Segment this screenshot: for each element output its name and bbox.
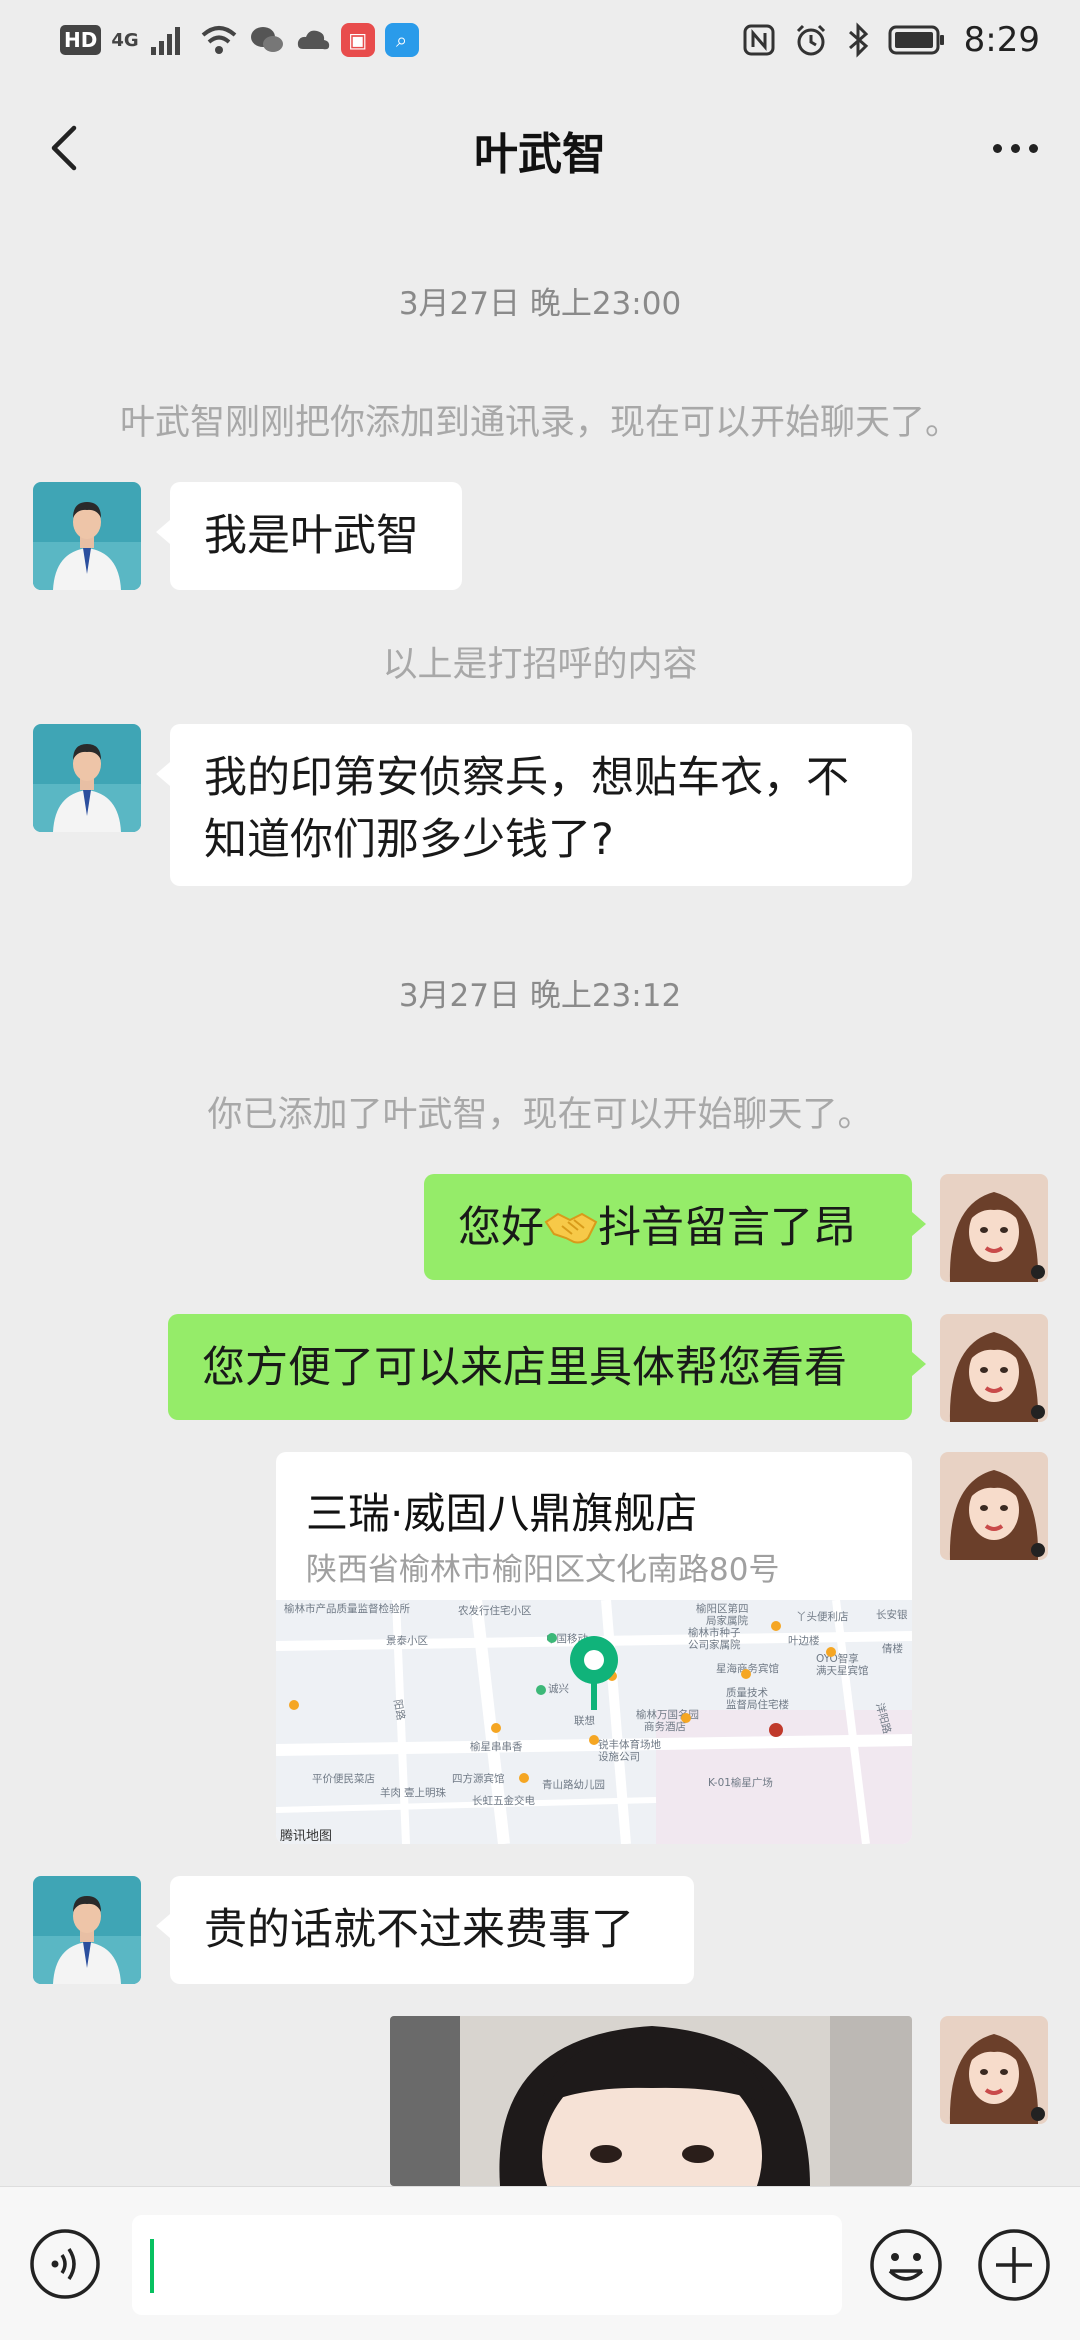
system-notice: 你已添加了叶武智，现在可以开始聊天了。 bbox=[207, 1095, 873, 1135]
timestamp: 3月27日 晚上23:00 bbox=[398, 286, 682, 322]
message-bubble-sent[interactable]: 您好 抖音留言了昂 bbox=[424, 1174, 926, 1280]
map-label: 羊肉 bbox=[380, 1786, 401, 1799]
map-label: 青山路幼儿园 bbox=[542, 1778, 605, 1791]
red-app-icon: ▣ bbox=[340, 23, 375, 57]
map-label: 四方源宾馆 bbox=[452, 1772, 505, 1785]
map-label: 平价便民菜店 bbox=[312, 1772, 375, 1785]
map-label: 公司家属院 bbox=[688, 1638, 741, 1651]
message-bubble-received[interactable]: 我是叶武智 bbox=[156, 482, 462, 590]
map-label: 壹上明珠 bbox=[404, 1786, 446, 1799]
message-text: 贵的话就不过来费事了 bbox=[204, 1905, 634, 1955]
message-bubble-received[interactable]: 我的印第安侦察兵，想贴车衣，不 知道你们那多少钱了? bbox=[156, 724, 912, 886]
contact-avatar[interactable] bbox=[33, 724, 141, 832]
nfc-icon bbox=[743, 24, 775, 56]
message-text: 您好 bbox=[458, 1203, 544, 1253]
map-label: K-01榆星广场 bbox=[708, 1776, 773, 1789]
message-text-line: 我的印第安侦察兵，想贴车衣，不 bbox=[204, 753, 849, 803]
wechat-icon bbox=[250, 27, 283, 52]
cloud-icon bbox=[297, 30, 329, 50]
map-label: 丫头便利店 bbox=[796, 1610, 849, 1623]
bluetooth-icon bbox=[848, 22, 868, 58]
hd-badge: HD bbox=[60, 25, 102, 55]
chat-title: 叶武智 bbox=[474, 129, 606, 180]
voice-icon[interactable] bbox=[28, 2227, 102, 2301]
map-provider-logo: 腾讯地图 bbox=[280, 1828, 332, 1844]
my-avatar[interactable] bbox=[940, 2016, 1048, 2124]
my-avatar[interactable] bbox=[940, 1452, 1048, 1560]
system-notice: 以上是打招呼的内容 bbox=[382, 645, 698, 685]
map-label: 榆星串串香 bbox=[470, 1740, 523, 1753]
map-label: 农发行住宅小区 bbox=[458, 1604, 532, 1617]
location-name: 三瑞·威固八鼎旗舰店 bbox=[306, 1489, 698, 1538]
my-avatar[interactable] bbox=[940, 1174, 1048, 1282]
clock: 8:29 bbox=[963, 20, 1040, 60]
contact-avatar[interactable] bbox=[33, 1876, 141, 1984]
message-bubble-sent[interactable]: 您方便了可以来店里具体帮您看看 bbox=[168, 1314, 926, 1420]
system-notice: 叶武智刚刚把你添加到通讯录，现在可以开始聊天了。 bbox=[119, 403, 960, 443]
input-bar bbox=[0, 2186, 1080, 2340]
status-bar: HD 4G ▣ ⌕ 8:29 bbox=[0, 0, 1080, 80]
emoji-icon[interactable] bbox=[868, 2227, 944, 2303]
alarm-icon bbox=[796, 24, 825, 56]
message-text-line: 知道你们那多少钱了? bbox=[204, 815, 614, 865]
message-text: 抖音留言了昂 bbox=[598, 1203, 856, 1253]
blue-app-icon: ⌕ bbox=[384, 23, 419, 57]
more-options-icon[interactable] bbox=[980, 120, 1050, 176]
message-input[interactable] bbox=[132, 2215, 842, 2315]
map-label: 长安银 bbox=[876, 1608, 908, 1621]
map-label: 长虹五金交电 bbox=[472, 1794, 535, 1807]
signal-icon bbox=[150, 27, 180, 55]
map-label: 叶边楼 bbox=[788, 1634, 820, 1647]
wifi-icon bbox=[201, 26, 236, 54]
image-message[interactable] bbox=[390, 2016, 912, 2186]
map-label: 锐丰体育场地 bbox=[598, 1738, 661, 1751]
map-label: 榆林市产品质量监督检验所 bbox=[284, 1602, 410, 1615]
message-bubble-received[interactable]: 贵的话就不过来费事了 bbox=[156, 1876, 694, 1984]
map-label: 质量技术 bbox=[726, 1686, 768, 1699]
handshake-emoji-icon bbox=[544, 1212, 598, 1244]
location-map[interactable]: 榆林市产品质量监督检验所 农发行住宅小区 榆阳区第四 局家属院 丫头便利店 长安… bbox=[276, 1600, 912, 1844]
map-label: 景泰小区 bbox=[386, 1634, 428, 1647]
chat-header: 叶武智 bbox=[0, 80, 1080, 215]
message-text: 您方便了可以来店里具体帮您看看 bbox=[202, 1343, 847, 1393]
map-label: 榆林市种子 bbox=[688, 1626, 741, 1639]
map-label: 商务酒店 bbox=[644, 1720, 686, 1733]
message-text: 我是叶武智 bbox=[204, 511, 419, 561]
text-cursor bbox=[150, 2239, 154, 2293]
map-label: 榆阳区第四 bbox=[696, 1602, 749, 1615]
network-type: 4G bbox=[111, 29, 139, 51]
map-label: 联想 bbox=[574, 1714, 595, 1727]
location-address: 陕西省榆林市榆阳区文化南路80号 bbox=[306, 1552, 780, 1588]
map-label: 诚兴 bbox=[548, 1683, 569, 1695]
timestamp: 3月27日 晚上23:12 bbox=[398, 978, 682, 1014]
map-label: OYO智享 bbox=[816, 1652, 859, 1665]
location-card[interactable]: 三瑞·威固八鼎旗舰店 陕西省榆林市榆阳区文化南路80号 榆林市产品质量监督检验所… bbox=[276, 1452, 912, 1844]
contact-avatar[interactable] bbox=[33, 482, 141, 590]
map-label: 满天星宾馆 bbox=[816, 1664, 869, 1677]
map-label: 倩楼 bbox=[882, 1642, 903, 1655]
battery-icon bbox=[888, 25, 944, 55]
map-label: 设施公司 bbox=[598, 1750, 640, 1763]
plus-icon[interactable] bbox=[976, 2227, 1052, 2303]
map-label: 局家属院 bbox=[706, 1614, 748, 1627]
my-avatar[interactable] bbox=[940, 1314, 1048, 1422]
map-label: 监督局住宅楼 bbox=[726, 1698, 789, 1711]
